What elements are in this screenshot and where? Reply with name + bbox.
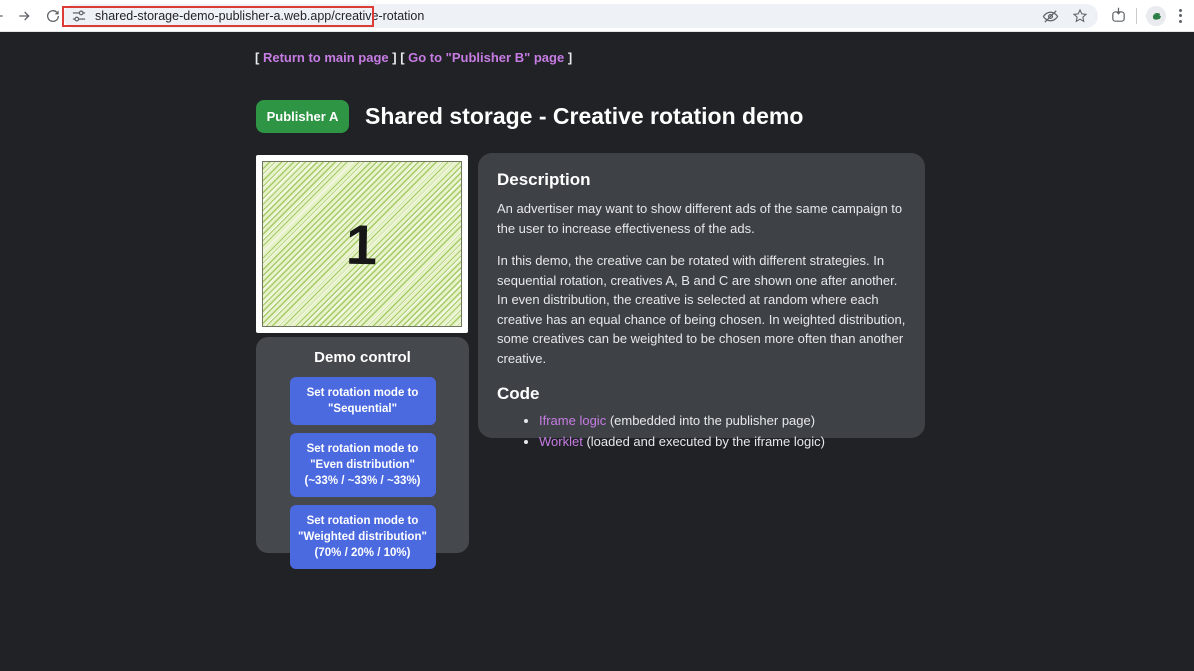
nav-bracket: [ [255, 50, 263, 65]
code-list-item: Iframe logic (embedded into the publishe… [539, 410, 908, 431]
description-heading: Description [497, 170, 908, 190]
code-list-item: Worklet (loaded and executed by the ifra… [539, 431, 908, 452]
code-link-list: Iframe logic (embedded into the publishe… [497, 410, 908, 452]
toolbar-right-icons [1110, 0, 1186, 31]
box-arrow-icon[interactable] [1110, 7, 1127, 24]
url-text: shared-storage-demo-publisher-a.web.app/… [95, 9, 424, 23]
browser-toolbar: shared-storage-demo-publisher-a.web.app/… [0, 0, 1194, 32]
demo-control-panel: Demo control Set rotation mode to "Seque… [256, 337, 469, 553]
back-icon[interactable] [0, 8, 7, 24]
extension-icon[interactable] [1146, 6, 1166, 26]
ad-creative-image: 1 [262, 161, 462, 327]
page-body: [ Return to main page ] [ Go to "Publish… [0, 31, 1194, 671]
iframe-logic-link[interactable]: Iframe logic [539, 413, 606, 428]
publisher-b-page-link[interactable]: Go to "Publisher B" page [408, 50, 564, 65]
set-even-distribution-button[interactable]: Set rotation mode to "Even distribution"… [290, 433, 436, 497]
description-paragraph: An advertiser may want to show different… [497, 199, 908, 238]
worklet-link[interactable]: Worklet [539, 434, 583, 449]
forward-icon[interactable] [15, 8, 33, 24]
ad-creative-iframe: 1 [256, 155, 468, 333]
nav-bracket: ] [ [389, 50, 409, 65]
return-main-page-link[interactable]: Return to main page [263, 50, 389, 65]
site-settings-icon[interactable] [72, 9, 86, 23]
description-paragraph: In this demo, the creative can be rotate… [497, 251, 908, 368]
nav-bracket: ] [564, 50, 572, 65]
code-heading: Code [497, 384, 908, 404]
browser-menu-icon[interactable] [1175, 7, 1186, 25]
set-weighted-distribution-button[interactable]: Set rotation mode to "Weighted distribut… [290, 505, 436, 569]
set-sequential-button[interactable]: Set rotation mode to "Sequential" [290, 377, 436, 425]
code-link-suffix: (loaded and executed by the iframe logic… [583, 434, 825, 449]
visibility-off-icon[interactable] [1042, 8, 1059, 25]
publisher-badge: Publisher A [256, 100, 349, 133]
url-bar[interactable]: shared-storage-demo-publisher-a.web.app/… [63, 4, 1098, 28]
creative-number: 1 [346, 211, 378, 277]
top-nav: [ Return to main page ] [ Go to "Publish… [255, 50, 572, 65]
code-link-suffix: (embedded into the publisher page) [606, 413, 815, 428]
demo-control-heading: Demo control [256, 349, 469, 366]
bookmark-star-icon[interactable] [1072, 8, 1088, 24]
description-panel: Description An advertiser may want to sh… [478, 153, 925, 438]
toolbar-divider [1136, 8, 1137, 24]
page-title: Shared storage - Creative rotation demo [365, 103, 803, 130]
reload-icon[interactable] [44, 8, 62, 24]
